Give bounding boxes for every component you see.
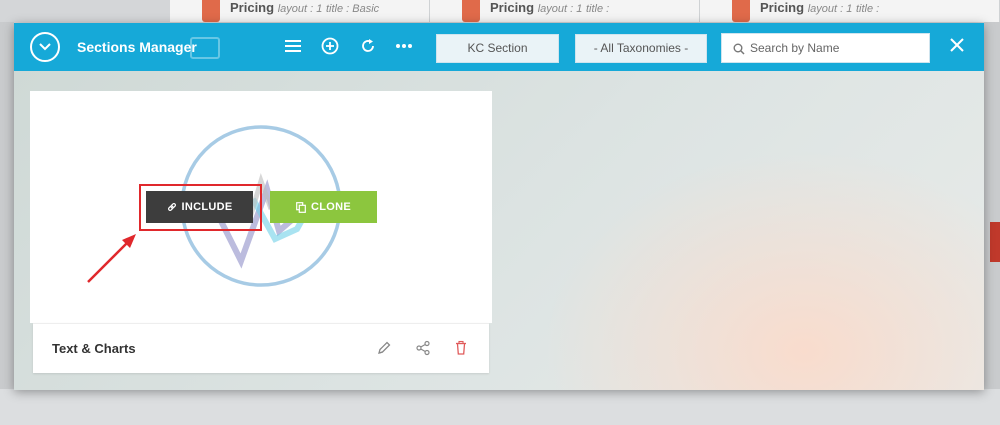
bg-bottom-area xyxy=(0,389,1000,425)
highlight-box xyxy=(139,184,262,231)
collapse-button[interactable] xyxy=(30,32,60,62)
share-section-button[interactable] xyxy=(415,340,433,358)
bg-pricing-card: Pricing layout : 1 title : xyxy=(430,0,700,22)
bg-pricing-card: Pricing layout : 1 title : xyxy=(700,0,1000,22)
chevron-down-icon xyxy=(39,43,51,51)
close-button[interactable] xyxy=(949,37,969,57)
plus-circle-icon xyxy=(321,37,339,55)
modal-header: Sections Manager KC Section - All Taxono… xyxy=(14,23,984,71)
search-field xyxy=(721,33,930,63)
section-name: Text & Charts xyxy=(52,341,136,356)
more-options-button[interactable] xyxy=(395,37,415,57)
copy-icon xyxy=(296,201,306,213)
ghost-logo-icon xyxy=(190,37,220,59)
share-icon xyxy=(416,340,430,356)
modal-title: Sections Manager xyxy=(77,39,197,55)
clipboard-icon xyxy=(462,0,480,22)
edit-section-button[interactable] xyxy=(376,340,394,358)
menu-button[interactable] xyxy=(284,37,304,57)
delete-section-button[interactable] xyxy=(453,340,471,358)
trash-icon xyxy=(456,340,466,355)
bg-left-panel xyxy=(0,22,14,425)
section-type-select[interactable]: KC Section xyxy=(436,34,559,63)
search-input[interactable] xyxy=(750,38,925,58)
refresh-button[interactable] xyxy=(359,37,379,57)
hamburger-icon xyxy=(285,40,301,52)
taxonomy-select[interactable]: - All Taxonomies - xyxy=(575,34,707,63)
clone-button[interactable]: CLONE xyxy=(270,191,377,223)
sections-manager-modal: Sections Manager KC Section - All Taxono… xyxy=(14,23,984,390)
bg-pricing-card: Pricing layout : 1 title : Basic xyxy=(170,0,430,22)
clipboard-icon xyxy=(202,0,220,22)
close-icon xyxy=(950,38,964,52)
refresh-icon xyxy=(362,39,374,52)
section-card-footer: Text & Charts xyxy=(33,323,489,373)
clipboard-icon xyxy=(732,0,750,22)
more-dots-icon xyxy=(396,44,412,48)
annotation-arrow-icon xyxy=(87,234,136,283)
pencil-icon xyxy=(378,341,391,354)
add-section-button[interactable] xyxy=(321,37,341,57)
bg-red-tab xyxy=(990,222,1000,262)
search-icon xyxy=(733,43,745,55)
